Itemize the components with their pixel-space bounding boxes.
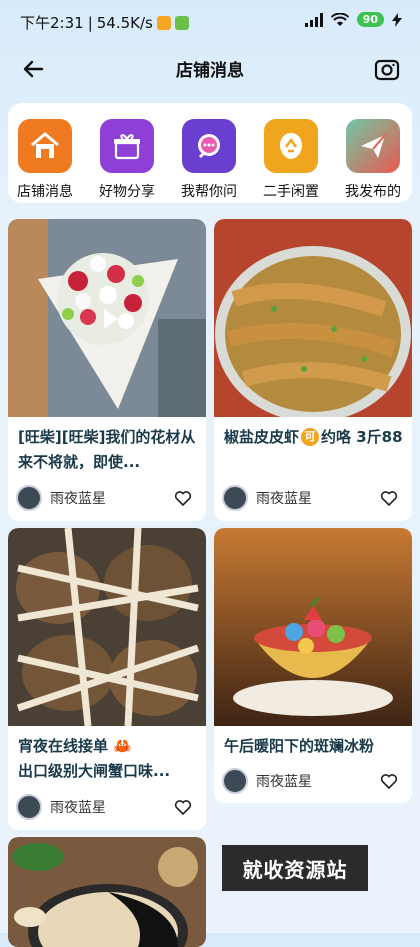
post-author: 雨夜蓝星 [16, 794, 106, 820]
post-author: 雨夜蓝星 [222, 768, 312, 794]
category-my-posts[interactable]: 我发布的 [332, 119, 412, 201]
network-speed: 54.5K/s [96, 13, 153, 32]
post-title: [旺柴][旺柴]我们的花材从来不将就，即使... [18, 428, 196, 471]
page-header: 店铺消息 [0, 48, 420, 88]
category-ask-for-you[interactable]: 我帮你问 [168, 119, 250, 201]
chat-bubble-icon [182, 119, 236, 173]
status-bar: 下午2:31 | 54.5K/s 90 [0, 0, 420, 44]
watermark-label: 就收资源站 [222, 845, 368, 891]
sesame-paste-photo [8, 837, 206, 947]
mantis-shrimp-photo [214, 219, 412, 417]
category-bar: 店铺消息 好物分享 我帮你问 二手闲置 我发布的 [8, 103, 412, 203]
post-author: 雨夜蓝星 [16, 485, 106, 511]
signal-icon [304, 12, 323, 27]
heart-icon[interactable] [380, 489, 398, 507]
heart-icon[interactable] [174, 798, 192, 816]
charging-icon [392, 12, 402, 27]
notification-icon [156, 15, 171, 30]
gift-icon [100, 119, 154, 173]
category-good-share[interactable]: 好物分享 [86, 119, 168, 201]
post-card[interactable] [8, 837, 206, 947]
status-right: 90 [304, 12, 402, 27]
post-card[interactable]: [旺柴][旺柴]我们的花材从来不将就，即使... 雨夜蓝星 [8, 219, 206, 521]
flower-bouquet-photo [8, 219, 206, 417]
status-time: 下午2:31 [20, 14, 84, 32]
hairy-crab-photo [8, 528, 206, 726]
heart-icon[interactable] [174, 489, 192, 507]
battery-indicator: 90 [356, 12, 384, 27]
category-second-hand[interactable]: 二手闲置 [250, 119, 332, 201]
avatar [222, 485, 248, 511]
category-shop-news[interactable]: 店铺消息 [8, 119, 86, 201]
page-title: 店铺消息 [176, 61, 244, 81]
badge-icon: 可 [301, 428, 320, 446]
post-card[interactable]: 午后暖阳下的斑斓冰粉 雨夜蓝星 [214, 528, 412, 803]
avatar [16, 794, 42, 820]
post-card[interactable]: 椒盐皮皮虾可约咯 3斤88 雨夜蓝星 [214, 219, 412, 521]
status-left: 下午2:31 | 54.5K/s [20, 12, 189, 33]
shop-news-icon [18, 119, 72, 173]
ice-jelly-dessert-photo [214, 528, 412, 726]
paper-plane-icon [346, 119, 400, 173]
post-card[interactable]: 宵夜在线接单 🦀 出口级别大闸蟹口味... 雨夜蓝星 [8, 528, 206, 830]
heart-icon[interactable] [380, 772, 398, 790]
crab-icon: 🦀 [113, 737, 132, 755]
post-author: 雨夜蓝星 [222, 485, 312, 511]
avatar [16, 485, 42, 511]
wifi-icon [330, 12, 349, 26]
camera-icon[interactable] [372, 54, 402, 84]
post-title: 午后暖阳下的斑斓冰粉 [224, 737, 375, 755]
recycle-icon [264, 119, 318, 173]
wechat-icon [174, 15, 189, 30]
avatar [222, 768, 248, 794]
post-title: 宵夜在线接单 🦀 出口级别大闸蟹口味... [18, 737, 171, 780]
post-title: 椒盐皮皮虾可约咯 3斤88 [224, 428, 403, 446]
